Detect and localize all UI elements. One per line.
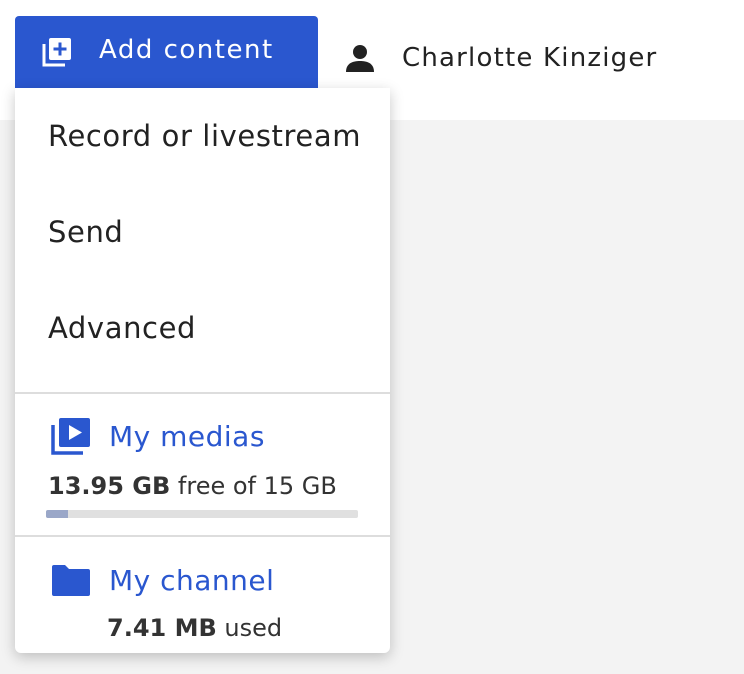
folder-icon [49, 560, 93, 600]
user-account[interactable]: Charlotte Kinziger [342, 30, 657, 86]
menu-item-record-livestream[interactable]: Record or livestream [15, 88, 390, 184]
add-content-button[interactable]: Add content [15, 16, 318, 88]
storage-progress-fill [46, 510, 68, 518]
channel-used-text: used [224, 614, 283, 642]
person-icon [342, 40, 378, 76]
menu-divider [15, 535, 390, 537]
menu-item-send[interactable]: Send [15, 184, 390, 280]
my-medias-link[interactable]: My medias [49, 416, 265, 456]
video-library-icon [49, 416, 93, 456]
channel-usage-text: 7.41 MB used [107, 614, 282, 642]
medias-quota-text: 13.95 GB free of 15 GB [48, 472, 337, 500]
add-content-dropdown: Record or livestream Send Advanced My me… [15, 88, 390, 653]
my-medias-label: My medias [109, 419, 265, 453]
menu-item-advanced[interactable]: Advanced [15, 280, 390, 376]
user-name: Charlotte Kinziger [402, 43, 658, 73]
menu-divider [15, 392, 390, 394]
medias-free-text: free of 15 GB [177, 472, 337, 500]
my-channel-link[interactable]: My channel [49, 560, 274, 600]
medias-free-amount: 13.95 GB [48, 472, 171, 500]
storage-progress-bar [46, 510, 358, 518]
my-channel-label: My channel [109, 563, 275, 597]
channel-used-amount: 7.41 MB [107, 614, 217, 642]
add-content-label: Add content [99, 35, 274, 65]
add-library-icon [41, 36, 73, 68]
